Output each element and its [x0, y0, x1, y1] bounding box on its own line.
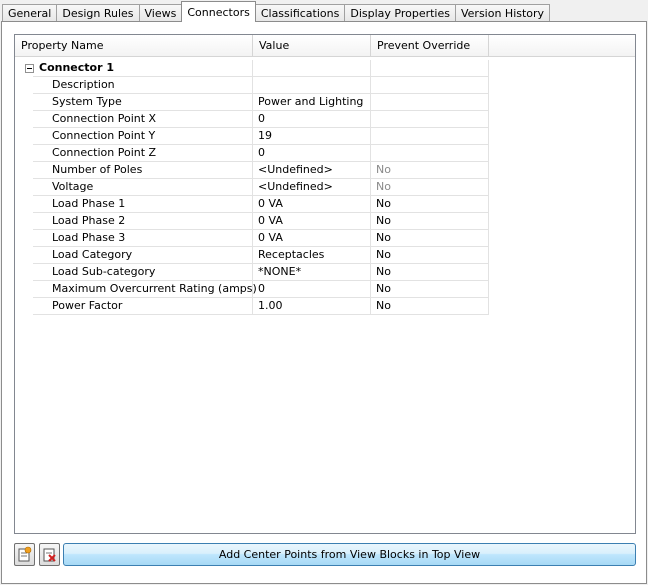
property-name-cell: Number of Poles: [33, 162, 253, 179]
property-value-cell[interactable]: *NONE*: [253, 264, 371, 281]
header-property-name[interactable]: Property Name: [15, 35, 253, 57]
prevent-override-cell[interactable]: [371, 145, 489, 162]
tab-general[interactable]: General: [2, 4, 58, 22]
property-value-cell[interactable]: 0 VA: [253, 230, 371, 247]
tab-design-rules[interactable]: Design Rules: [56, 4, 140, 22]
property-name-cell: Load Sub-category: [33, 264, 253, 281]
prevent-override-cell[interactable]: [371, 77, 489, 94]
prevent-override-cell[interactable]: No: [371, 230, 489, 247]
property-grid[interactable]: Property Name Value Prevent Override Con…: [14, 34, 636, 534]
prevent-override-cell[interactable]: No: [371, 247, 489, 264]
property-row[interactable]: Load Phase 20 VA No: [15, 213, 489, 230]
property-row[interactable]: Connection Point X0: [15, 111, 489, 128]
tab-connectors[interactable]: Connectors: [181, 1, 256, 22]
property-value-cell[interactable]: [253, 77, 371, 94]
property-value-cell[interactable]: Power and Lighting: [253, 94, 371, 111]
tab-version-history[interactable]: Version History: [454, 4, 551, 22]
property-value-cell[interactable]: <Undefined>: [253, 162, 371, 179]
property-row[interactable]: Description: [15, 77, 489, 94]
property-name-cell: Power Factor: [33, 298, 253, 315]
add-connector-button[interactable]: [14, 543, 35, 566]
collapse-icon[interactable]: [25, 64, 34, 73]
add-center-points-button[interactable]: Add Center Points from View Blocks in To…: [63, 543, 636, 566]
remove-connector-button[interactable]: [39, 543, 60, 566]
tab-views[interactable]: Views: [138, 4, 183, 22]
property-value-cell[interactable]: 0: [253, 281, 371, 298]
property-row[interactable]: System Type Power and Lighting: [15, 94, 489, 111]
property-row[interactable]: Power Factor 1.00 No: [15, 298, 489, 315]
property-row[interactable]: Connection Point Z0: [15, 145, 489, 162]
prevent-override-cell[interactable]: [371, 128, 489, 145]
header-prevent-override[interactable]: Prevent Override: [371, 35, 489, 57]
property-row[interactable]: Number of Poles <Undefined> No: [15, 162, 489, 179]
property-row[interactable]: Load Phase 30 VA No: [15, 230, 489, 247]
prevent-override-cell[interactable]: No: [371, 213, 489, 230]
property-name-cell: Connection Point X: [33, 111, 253, 128]
prevent-override-cell[interactable]: No: [371, 281, 489, 298]
property-value-cell[interactable]: Receptacles: [253, 247, 371, 264]
property-row[interactable]: Voltage <Undefined> No: [15, 179, 489, 196]
property-name-cell: Description: [33, 77, 253, 94]
group-value-cell: [253, 60, 371, 77]
property-row[interactable]: Maximum Overcurrent Rating (amps) 0 No: [15, 281, 489, 298]
header-value[interactable]: Value: [253, 35, 371, 57]
property-name-cell: Voltage: [33, 179, 253, 196]
prevent-override-cell[interactable]: No: [371, 264, 489, 281]
prevent-override-cell[interactable]: [371, 111, 489, 128]
prevent-override-cell[interactable]: [371, 94, 489, 111]
property-value-cell[interactable]: 0 VA: [253, 213, 371, 230]
property-value-cell[interactable]: <Undefined>: [253, 179, 371, 196]
connectors-panel: Property Name Value Prevent Override Con…: [1, 21, 647, 584]
prevent-override-cell[interactable]: No: [371, 162, 489, 179]
prevent-override-cell[interactable]: No: [371, 196, 489, 213]
grid-header: Property Name Value Prevent Override: [15, 35, 635, 57]
tab-classifications[interactable]: Classifications: [254, 4, 346, 22]
prevent-override-cell[interactable]: No: [371, 298, 489, 315]
group-label: Connector 1: [33, 60, 253, 77]
property-value-cell[interactable]: 0: [253, 111, 371, 128]
property-name-cell: Load Phase 1: [33, 196, 253, 213]
property-name-cell: Load Phase 2: [33, 213, 253, 230]
property-name-cell: Load Phase 3: [33, 230, 253, 247]
property-name-cell: Load Category: [33, 247, 253, 264]
property-name-cell: Connection Point Y: [33, 128, 253, 145]
property-name-cell: System Type: [33, 94, 253, 111]
property-row[interactable]: Load Phase 10 VA No: [15, 196, 489, 213]
tab-strip: General Design Rules Views Connectors Classi…: [2, 1, 551, 22]
property-value-cell[interactable]: 19: [253, 128, 371, 145]
footer-bar: Add Center Points from View Blocks in To…: [14, 543, 636, 567]
property-row[interactable]: Load Sub-category *NONE* No: [15, 264, 489, 281]
group-override-cell: [371, 60, 489, 77]
property-row[interactable]: Load Category Receptacles No: [15, 247, 489, 264]
group-row-connector-1[interactable]: Connector 1: [15, 60, 489, 77]
add-connector-icon: [18, 546, 32, 562]
remove-connector-icon: [43, 548, 56, 562]
property-value-cell[interactable]: 0 VA: [253, 196, 371, 213]
tab-display-properties[interactable]: Display Properties: [344, 4, 456, 22]
property-value-cell[interactable]: 1.00: [253, 298, 371, 315]
prevent-override-cell[interactable]: No: [371, 179, 489, 196]
property-value-cell[interactable]: 0: [253, 145, 371, 162]
property-name-cell: Connection Point Z: [33, 145, 253, 162]
property-name-cell: Maximum Overcurrent Rating (amps): [33, 281, 257, 298]
property-row[interactable]: Connection Point Y 19: [15, 128, 489, 145]
